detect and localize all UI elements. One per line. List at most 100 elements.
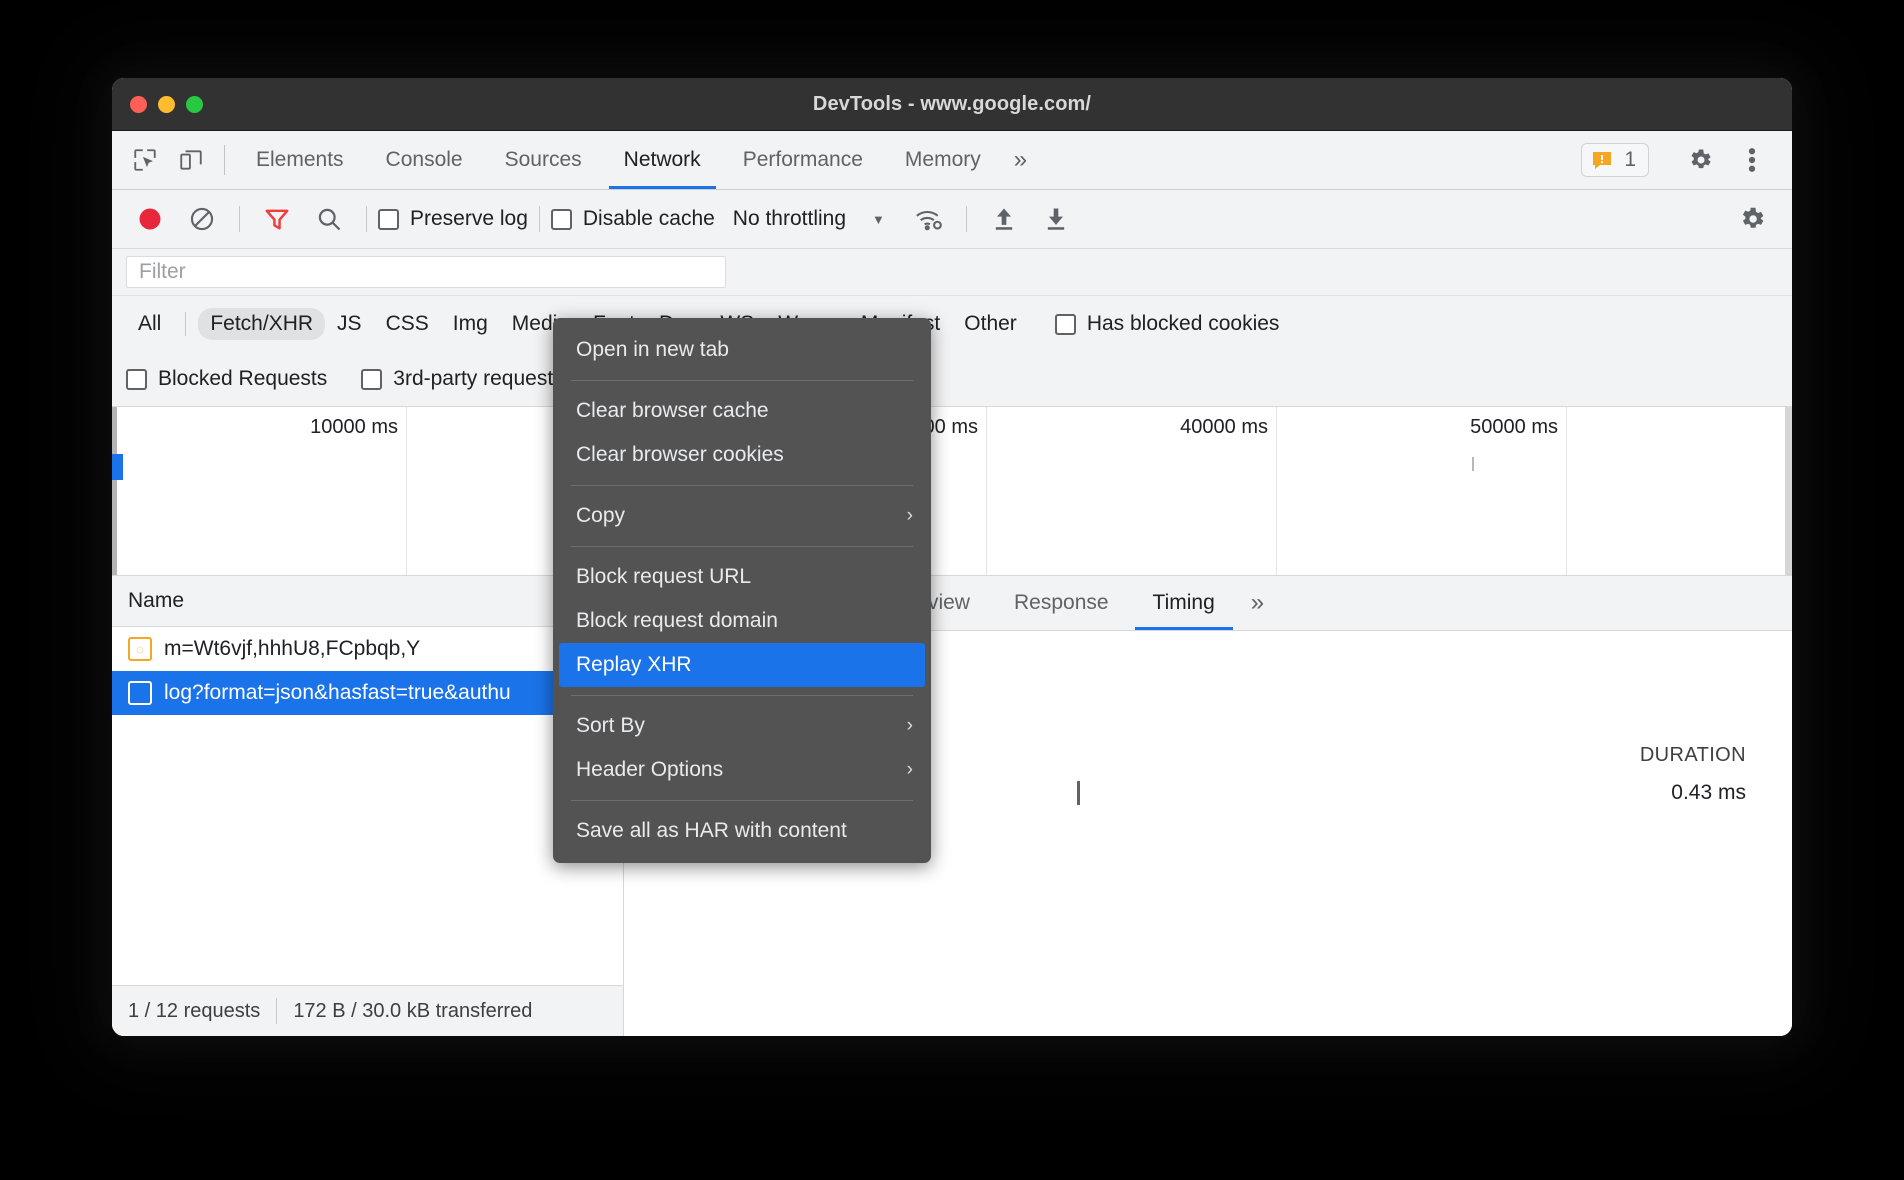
record-icon[interactable] [124, 197, 176, 241]
table-row[interactable]: ◌ m=Wt6vjf,hhhU8,FCpbqb,Y [112, 627, 623, 671]
toolbar-divider-2 [366, 206, 367, 232]
request-list-pane: Name ◌ m=Wt6vjf,hhhU8,FCpbqb,Y log?forma… [112, 576, 624, 1036]
menu-item-label: Sort By [576, 714, 645, 738]
menu-separator [571, 546, 913, 547]
checkbox-box [378, 209, 399, 230]
search-icon[interactable] [303, 197, 355, 241]
blocked-requests-label: Blocked Requests [158, 367, 327, 391]
type-filter-img[interactable]: Img [441, 308, 500, 340]
network-overview-timeline[interactable]: 10000 ms 20000 ms 30000 ms 40000 ms 5000… [112, 407, 1792, 576]
preserve-log-checkbox[interactable]: Preserve log [378, 207, 528, 231]
menu-separator [571, 485, 913, 486]
tab-label: Console [386, 148, 463, 172]
chevron-right-icon: › [907, 715, 913, 737]
throttling-dropdown[interactable]: No throttling ▼ [733, 207, 885, 231]
close-window-button[interactable] [130, 96, 147, 113]
more-tabs-icon[interactable]: » [1002, 131, 1039, 189]
tab-memory[interactable]: Memory [884, 131, 1002, 189]
filter-input[interactable]: Filter [126, 256, 726, 288]
checkbox-box [361, 369, 382, 390]
device-toolbar-icon[interactable] [168, 131, 214, 189]
warning-icon [1590, 148, 1614, 172]
gear-icon[interactable] [1674, 140, 1726, 180]
type-filter-other[interactable]: Other [952, 308, 1029, 340]
type-filter-divider [185, 312, 186, 336]
overview-right-handle[interactable] [1785, 407, 1792, 575]
clear-icon[interactable] [176, 197, 228, 241]
request-name: log?format=json&hasfast=true&authu [164, 681, 511, 705]
generic-file-icon [128, 681, 152, 705]
type-filter-all[interactable]: All [126, 308, 173, 340]
tab-elements[interactable]: Elements [235, 131, 365, 189]
warning-count: 1 [1624, 148, 1636, 172]
filter-bar: Filter [112, 249, 1792, 296]
title-bar: DevTools - www.google.com/ [112, 78, 1792, 131]
toolbar-divider-3 [539, 206, 540, 232]
type-filter-fetch-xhr[interactable]: Fetch/XHR [198, 308, 325, 340]
warning-badge[interactable]: 1 [1581, 143, 1649, 177]
network-status-bar: 1 / 12 requests 172 B / 30.0 kB transfer… [112, 986, 623, 1036]
ruler-cell: 50000 ms [1277, 407, 1567, 575]
menu-item-sort-by[interactable]: Sort By › [553, 704, 931, 748]
timing-row-value: 0.43 ms [1671, 781, 1746, 805]
menu-item-header-options[interactable]: Header Options › [553, 748, 931, 792]
type-filter-js[interactable]: JS [325, 308, 374, 340]
third-party-requests-checkbox[interactable]: 3rd-party requests [361, 367, 563, 391]
has-blocked-cookies-checkbox[interactable]: Has blocked cookies [1055, 312, 1280, 336]
menu-separator [571, 380, 913, 381]
download-icon[interactable] [1030, 197, 1082, 241]
devtools-tab-bar: Elements Console Sources Network Perform… [112, 131, 1792, 190]
filter-icon[interactable] [251, 197, 303, 241]
third-party-requests-label: 3rd-party requests [393, 367, 563, 391]
column-header-name: Name [128, 589, 184, 613]
kebab-menu-icon[interactable] [1726, 140, 1778, 180]
menu-item-save-all-as-har[interactable]: Save all as HAR with content [553, 809, 931, 853]
menu-item-replay-xhr[interactable]: Replay XHR [559, 643, 925, 687]
menu-item-clear-browser-cookies[interactable]: Clear browser cookies [553, 433, 931, 477]
window-title: DevTools - www.google.com/ [112, 93, 1792, 116]
request-name: m=Wt6vjf,hhhU8,FCpbqb,Y [164, 637, 420, 661]
upload-icon[interactable] [978, 197, 1030, 241]
tab-performance[interactable]: Performance [722, 131, 884, 189]
disable-cache-label: Disable cache [583, 207, 715, 231]
tab-timing[interactable]: Timing [1131, 576, 1237, 630]
script-file-icon: ◌ [128, 637, 152, 661]
overview-request-bar [112, 454, 123, 480]
duration-column-header: DURATION [1640, 744, 1746, 767]
window-controls [130, 78, 203, 130]
blocked-requests-checkbox[interactable]: Blocked Requests [126, 367, 327, 391]
checkbox-box [1055, 314, 1076, 335]
context-menu[interactable]: Open in new tab Clear browser cache Clea… [553, 318, 931, 863]
network-lower-split: Name ◌ m=Wt6vjf,hhhU8,FCpbqb,Y log?forma… [112, 576, 1792, 1036]
resource-type-filters: All Fetch/XHR JS CSS Img Media Font Doc … [112, 296, 1792, 352]
tab-label: Memory [905, 148, 981, 172]
chevron-right-icon: › [907, 759, 913, 781]
disable-cache-checkbox[interactable]: Disable cache [551, 207, 715, 231]
tab-sources[interactable]: Sources [484, 131, 603, 189]
more-tabs-label: » [1014, 146, 1027, 174]
tabbar-right-controls: 1 [1581, 131, 1792, 189]
more-detail-tabs-icon[interactable]: » [1237, 576, 1278, 630]
type-filter-css[interactable]: CSS [374, 308, 441, 340]
menu-item-clear-browser-cache[interactable]: Clear browser cache [553, 389, 931, 433]
preserve-log-label: Preserve log [410, 207, 528, 231]
minimize-window-button[interactable] [158, 96, 175, 113]
tab-response[interactable]: Response [992, 576, 1131, 630]
menu-item-block-request-url[interactable]: Block request URL [553, 555, 931, 599]
request-list-empty-area [112, 715, 623, 986]
maximize-window-button[interactable] [186, 96, 203, 113]
request-list-header[interactable]: Name [112, 576, 623, 627]
menu-item-block-request-domain[interactable]: Block request domain [553, 599, 931, 643]
menu-item-label: Header Options [576, 758, 723, 782]
inspect-element-icon[interactable] [122, 131, 168, 189]
wifi-settings-icon[interactable] [903, 197, 955, 241]
network-settings-gear-icon[interactable] [1726, 197, 1778, 241]
toolbar-divider-4 [966, 206, 967, 232]
tab-console[interactable]: Console [365, 131, 484, 189]
menu-item-open-in-new-tab[interactable]: Open in new tab [553, 328, 931, 372]
menu-item-copy[interactable]: Copy › [553, 494, 931, 538]
ruler-tick-label: 50000 ms [1470, 416, 1558, 439]
table-row[interactable]: log?format=json&hasfast=true&authu [112, 671, 623, 715]
tab-label: Elements [256, 148, 344, 172]
tab-network[interactable]: Network [603, 131, 722, 189]
